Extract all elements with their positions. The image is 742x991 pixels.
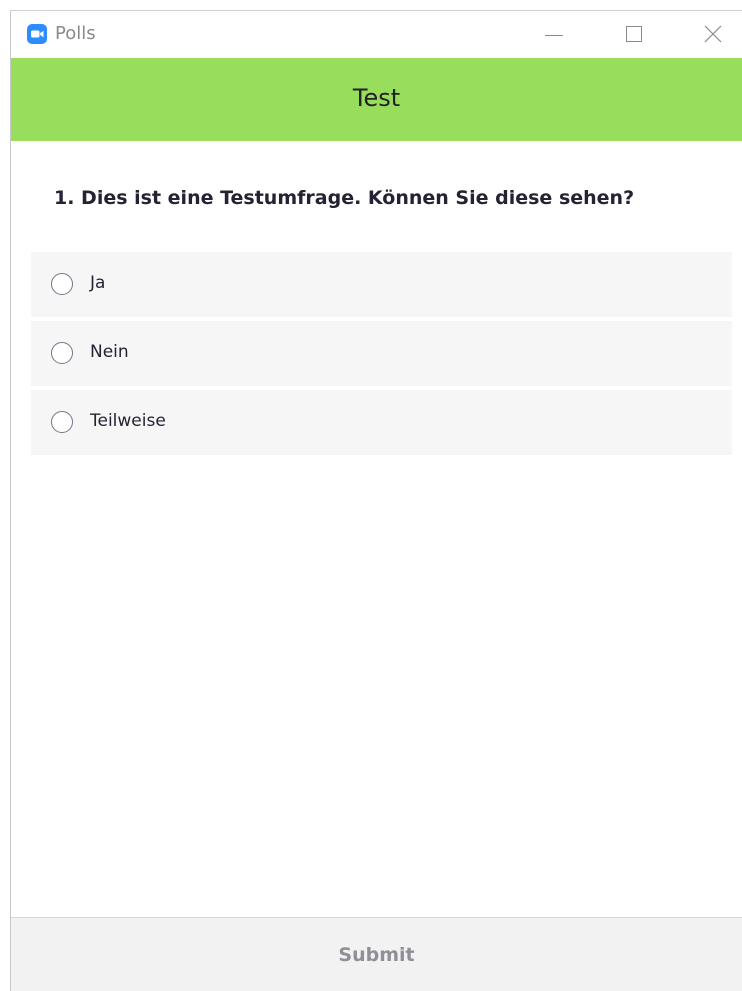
radio-button[interactable] [51, 342, 73, 364]
option-label: Ja [90, 273, 106, 293]
option-label: Nein [90, 342, 129, 362]
poll-title: Test [352, 83, 401, 112]
radio-button[interactable] [51, 411, 73, 433]
submit-button[interactable]: Submit [11, 918, 742, 991]
radio-button[interactable] [51, 273, 73, 295]
close-button[interactable] [690, 11, 736, 58]
polls-window: Polls Test 1. Dies ist eine Testumfrage.… [10, 10, 742, 991]
option-label: Teilweise [90, 411, 166, 431]
poll-footer: Submit [11, 917, 742, 991]
option-ja[interactable]: Ja [31, 252, 732, 317]
option-teilweise[interactable]: Teilweise [31, 390, 732, 455]
poll-options: Ja Nein Teilweise [31, 252, 732, 459]
option-nein[interactable]: Nein [31, 321, 732, 386]
minimize-button[interactable] [533, 11, 579, 58]
close-icon [704, 25, 722, 43]
title-bar[interactable]: Polls [11, 11, 742, 58]
maximize-icon [626, 26, 642, 42]
window-title: Polls [55, 23, 96, 44]
zoom-app-icon [27, 24, 47, 44]
poll-question: 1. Dies ist eine Testumfrage. Können Sie… [54, 187, 635, 209]
minimize-icon [545, 35, 563, 36]
poll-header: Test [11, 58, 742, 141]
maximize-button[interactable] [611, 11, 657, 58]
